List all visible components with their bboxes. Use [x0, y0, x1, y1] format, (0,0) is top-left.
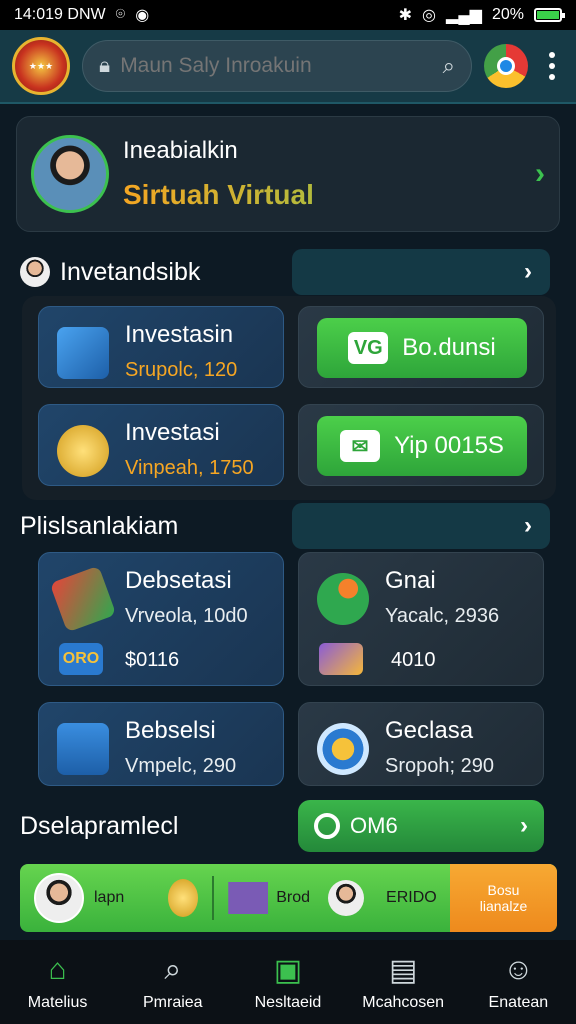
lock-icon: 🔒︎: [99, 54, 111, 77]
promo-line: lianalze: [479, 898, 528, 914]
target-icon: [317, 723, 369, 775]
nav-item-search[interactable]: ⌕ Pmraiea: [118, 952, 228, 1012]
card-label: Geclasa: [385, 717, 474, 744]
nav-label: Enatean: [488, 994, 549, 1011]
app-icon: ◉: [135, 7, 150, 24]
button-label: OM6: [350, 813, 398, 838]
card-label: Debsetasi: [125, 567, 232, 594]
mini-avatar: [20, 257, 50, 287]
nav-label: Pmraiea: [142, 994, 203, 1011]
profile-subtitle: Sirtuah Virtual: [123, 179, 535, 211]
search-bar[interactable]: 🔒︎ ⌕: [82, 40, 472, 92]
card-label: Bebselsi: [125, 717, 216, 744]
promo-text: lapn: [94, 889, 125, 906]
signal-icon: ▂▄▆: [446, 7, 482, 24]
card-value: Sropoh; 290: [385, 755, 494, 777]
bluetooth-icon: ✱: [398, 7, 413, 24]
section-expand-bar[interactable]: ›: [292, 503, 550, 549]
coins-icon: [57, 425, 109, 477]
money-icon: [49, 565, 117, 633]
handshake-icon: [319, 643, 363, 675]
box-icon: ▤: [388, 953, 418, 987]
section-title: Invetandsibk: [60, 257, 201, 286]
nav-label: Nesltaeid: [254, 994, 322, 1011]
nav-item-home[interactable]: ⌂ Matelius: [3, 952, 113, 1012]
envelope-icon: [228, 882, 269, 914]
button-card: ✉ Yip 0015S: [298, 404, 544, 486]
camera-icon: ⌾: [115, 6, 126, 23]
button-label: Bo.dunsi: [402, 334, 496, 361]
plant-icon: [317, 573, 369, 625]
badge: ORO: [59, 643, 103, 675]
promo-line: Bosu: [487, 882, 520, 898]
avatar: [31, 135, 109, 213]
card-amount: $0116: [125, 649, 180, 671]
button-label: Yip 0015S: [394, 432, 504, 459]
nav-item-box[interactable]: ▤ Mcahcosen: [348, 952, 458, 1012]
nav-label: Matelius: [27, 994, 88, 1011]
ticket-icon: ▣: [273, 953, 303, 987]
top-app-bar: ★★★ 🔒︎ ⌕: [0, 30, 576, 104]
promo-action[interactable]: Bosu lianalze: [450, 864, 557, 932]
card-value: Vrveola, 10d0: [125, 605, 248, 627]
section-title: Plislsanlakiam: [20, 511, 179, 540]
vg-icon: VG: [348, 332, 389, 364]
chevron-right-icon[interactable]: ›: [535, 157, 545, 191]
promo-banner[interactable]: lapn Brod ERIDO Bosu lianalze: [20, 864, 557, 932]
battery-icon: [534, 8, 565, 22]
section-products-header: Plislsanlakiam ›: [20, 502, 556, 550]
eye-icon: ◎: [422, 7, 437, 24]
card-value: Yacalc, 2936: [385, 605, 500, 627]
search-input[interactable]: [120, 54, 433, 78]
card-value: Srupolc, 120: [125, 359, 238, 381]
section-investments-header: Invetandsibk ›: [20, 248, 556, 296]
profile-card[interactable]: Ineabialkin Sirtuah Virtual ›: [16, 116, 560, 232]
card-label: Investasin: [125, 321, 234, 348]
home-icon: ⌂: [48, 953, 67, 986]
bottom-nav: ⌂ Matelius ⌕ Pmraiea ▣ Nesltaeid ▤ Mcahc…: [0, 940, 576, 1024]
section-title: Dselapramlecl: [20, 811, 179, 840]
nav-item-ticket[interactable]: ▣ Nesltaeid: [233, 952, 343, 1012]
om6-button[interactable]: OM6 ›: [298, 800, 544, 852]
product-card[interactable]: Gnai Yacalc, 2936 4010: [298, 552, 544, 686]
wallet-icon: ✉: [340, 430, 381, 462]
status-time: 14:019 DNW: [14, 6, 106, 23]
card-value: Vinpeah, 1750: [125, 457, 254, 479]
card-label: Investasi: [125, 419, 220, 446]
product-card[interactable]: Geclasa Sropoh; 290: [298, 702, 544, 786]
product-card[interactable]: Bebselsi Vmpelc, 290: [38, 702, 284, 786]
profile-name: Ineabialkin: [123, 137, 238, 164]
promo-text: Brod: [276, 889, 311, 906]
browser-icon[interactable]: [484, 44, 528, 88]
chevron-right-icon: ›: [520, 812, 528, 839]
ring-icon: [314, 813, 340, 839]
profile-icon: ☺: [503, 953, 534, 986]
nav-item-profile[interactable]: ☺ Enatean: [463, 952, 573, 1012]
product-card[interactable]: Debsetasi Vrveola, 10d0 ORO $0116: [38, 552, 284, 686]
nav-label: Mcahcosen: [362, 994, 445, 1011]
promo-text: ERIDO: [386, 889, 437, 906]
section-expand-bar[interactable]: ›: [292, 249, 550, 295]
chevron-right-icon: ›: [524, 258, 532, 285]
avatar: [34, 873, 84, 923]
investment-card[interactable]: Investasin Srupolc, 120: [38, 306, 284, 388]
document-money-icon: [57, 723, 109, 775]
coin-icon: [168, 879, 199, 917]
search-icon: ⌕: [164, 953, 182, 986]
status-bar: 14:019 DNW ⌾ ◉ ✱ ◎ ▂▄▆ 20%: [0, 0, 576, 30]
button-card: VG Bo.dunsi: [298, 306, 544, 388]
card-value: Vmpelc, 290: [125, 755, 237, 777]
search-icon[interactable]: ⌕: [443, 53, 455, 79]
card-amount: 4010: [391, 649, 436, 671]
investment-card[interactable]: Investasi Vinpeah, 1750: [38, 404, 284, 486]
battery-percent: 20%: [491, 6, 524, 23]
app-logo[interactable]: ★★★: [12, 37, 70, 95]
avatar: [328, 880, 365, 916]
bo-dunsi-button[interactable]: VG Bo.dunsi: [317, 318, 527, 378]
chart-icon: [57, 327, 109, 379]
card-label: Gnai: [385, 567, 436, 594]
more-menu-icon[interactable]: [540, 52, 564, 80]
yip-button[interactable]: ✉ Yip 0015S: [317, 416, 527, 476]
chevron-right-icon: ›: [524, 512, 532, 539]
